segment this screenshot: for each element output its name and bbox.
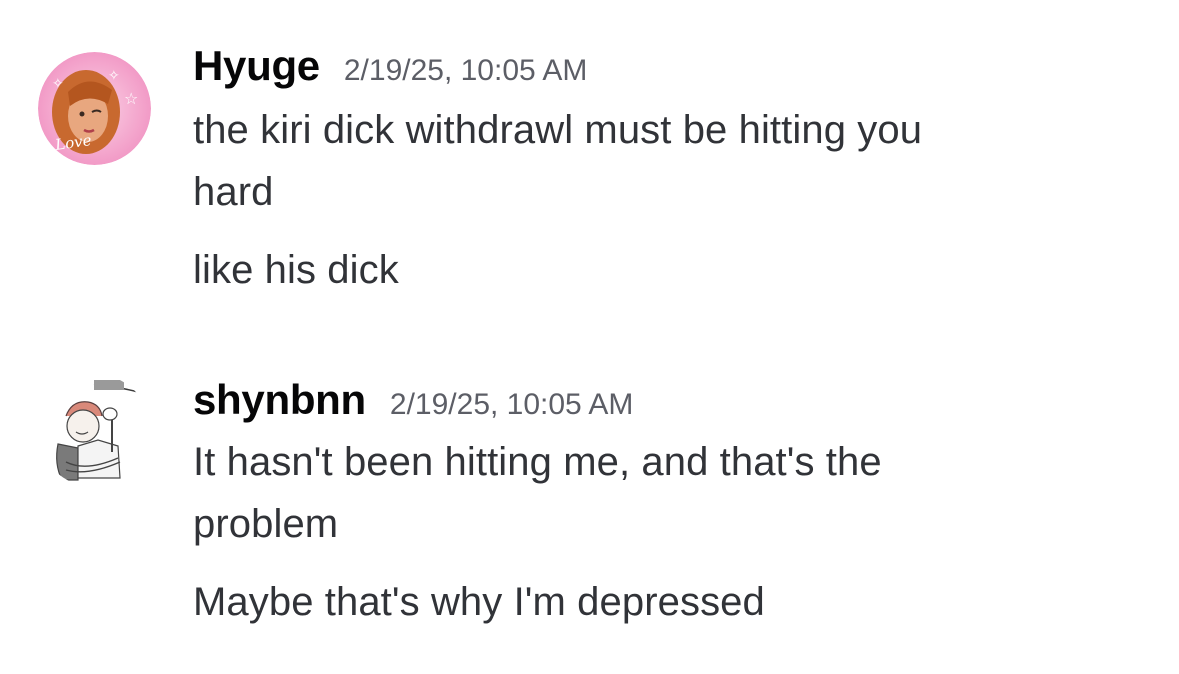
message-text: hard bbox=[193, 170, 274, 214]
message-header: Hyuge 2/19/25, 10:05 AM bbox=[193, 42, 587, 90]
message-text: Maybe that's why I'm depressed bbox=[193, 580, 765, 624]
sketch-avatar-icon[interactable] bbox=[38, 374, 151, 487]
timestamp: 2/19/25, 10:05 AM bbox=[343, 54, 588, 87]
svg-text:✧: ✧ bbox=[108, 67, 120, 83]
timestamp: 2/19/25, 10:05 AM bbox=[389, 388, 634, 421]
message-group-shynbnn: shynbnn 2/19/25, 10:05 AM It hasn't been… bbox=[0, 330, 1179, 660]
message-text: like his dick bbox=[193, 248, 399, 292]
message-header: shynbnn 2/19/25, 10:05 AM bbox=[193, 376, 633, 424]
message-group-hyuge: Love ☆ ✧ ✧ Hyuge 2/19/25, 10:05 AM the k… bbox=[0, 0, 1179, 320]
anime-avatar-love-icon[interactable]: Love ☆ ✧ ✧ bbox=[38, 52, 151, 165]
username[interactable]: shynbnn bbox=[193, 376, 366, 424]
message-text: problem bbox=[193, 502, 339, 546]
message-text: It hasn't been hitting me, and that's th… bbox=[193, 440, 882, 484]
message-text: the kiri dick withdrawl must be hitting … bbox=[193, 108, 923, 152]
username[interactable]: Hyuge bbox=[193, 42, 320, 90]
svg-text:✧: ✧ bbox=[52, 75, 64, 91]
svg-text:☆: ☆ bbox=[124, 91, 138, 108]
